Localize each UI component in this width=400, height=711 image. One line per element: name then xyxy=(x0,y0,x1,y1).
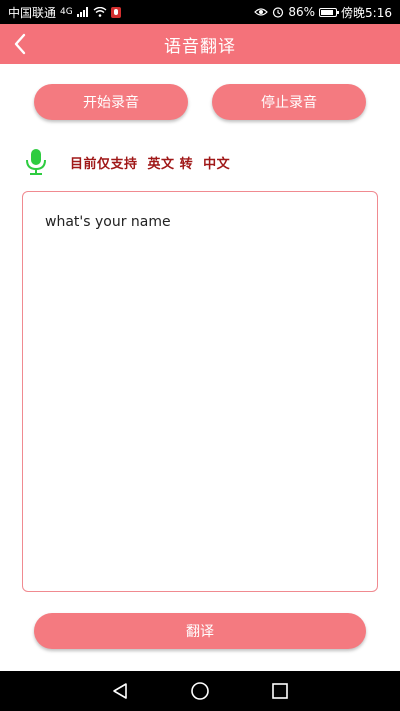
notice-text: 目前仅支持 英文 转 中文 xyxy=(70,156,231,172)
start-recording-button[interactable]: 开始录音 xyxy=(34,84,188,120)
chevron-left-icon xyxy=(14,33,26,55)
battery-percent: 86% xyxy=(288,5,316,19)
navigation-bar xyxy=(0,671,400,711)
triangle-back-icon xyxy=(113,683,127,699)
clock: 傍晚5:16 xyxy=(341,5,392,20)
nav-recents-button[interactable] xyxy=(268,679,292,703)
status-left: 中国联通 4G xyxy=(8,4,121,21)
back-button[interactable] xyxy=(6,30,34,58)
nav-back-button[interactable] xyxy=(108,679,132,703)
network-type: 4G xyxy=(60,7,73,17)
app-screen: 中国联通 4G 86% 傍晚5:16 语音翻译 开始录音 停止录音 目前仅支持 … xyxy=(0,0,400,711)
nav-home-button[interactable] xyxy=(188,679,212,703)
page-title: 语音翻译 xyxy=(164,36,236,57)
speech-text-area[interactable]: what's your name xyxy=(22,191,378,592)
status-bar: 中国联通 4G 86% 傍晚5:16 xyxy=(0,0,400,24)
recording-indicator-icon xyxy=(110,6,121,18)
battery-icon xyxy=(319,7,340,17)
microphone-icon xyxy=(26,149,46,175)
recognized-text: what's your name xyxy=(45,214,171,230)
square-recents-icon xyxy=(272,683,288,699)
title-bar: 语音翻译 xyxy=(0,24,400,64)
translate-button[interactable]: 翻译 xyxy=(34,613,366,649)
alarm-icon xyxy=(273,7,284,18)
battery-fill xyxy=(321,9,334,15)
language-notice: 目前仅支持 英文 转 中文 xyxy=(24,148,230,176)
wifi-icon xyxy=(93,7,107,17)
carrier-name: 中国联通 xyxy=(8,5,57,20)
stop-recording-button[interactable]: 停止录音 xyxy=(212,84,366,120)
circle-home-icon xyxy=(191,682,209,700)
signal-icon xyxy=(76,7,88,17)
eye-icon xyxy=(254,8,269,16)
status-right: 86% 傍晚5:16 xyxy=(254,4,392,21)
